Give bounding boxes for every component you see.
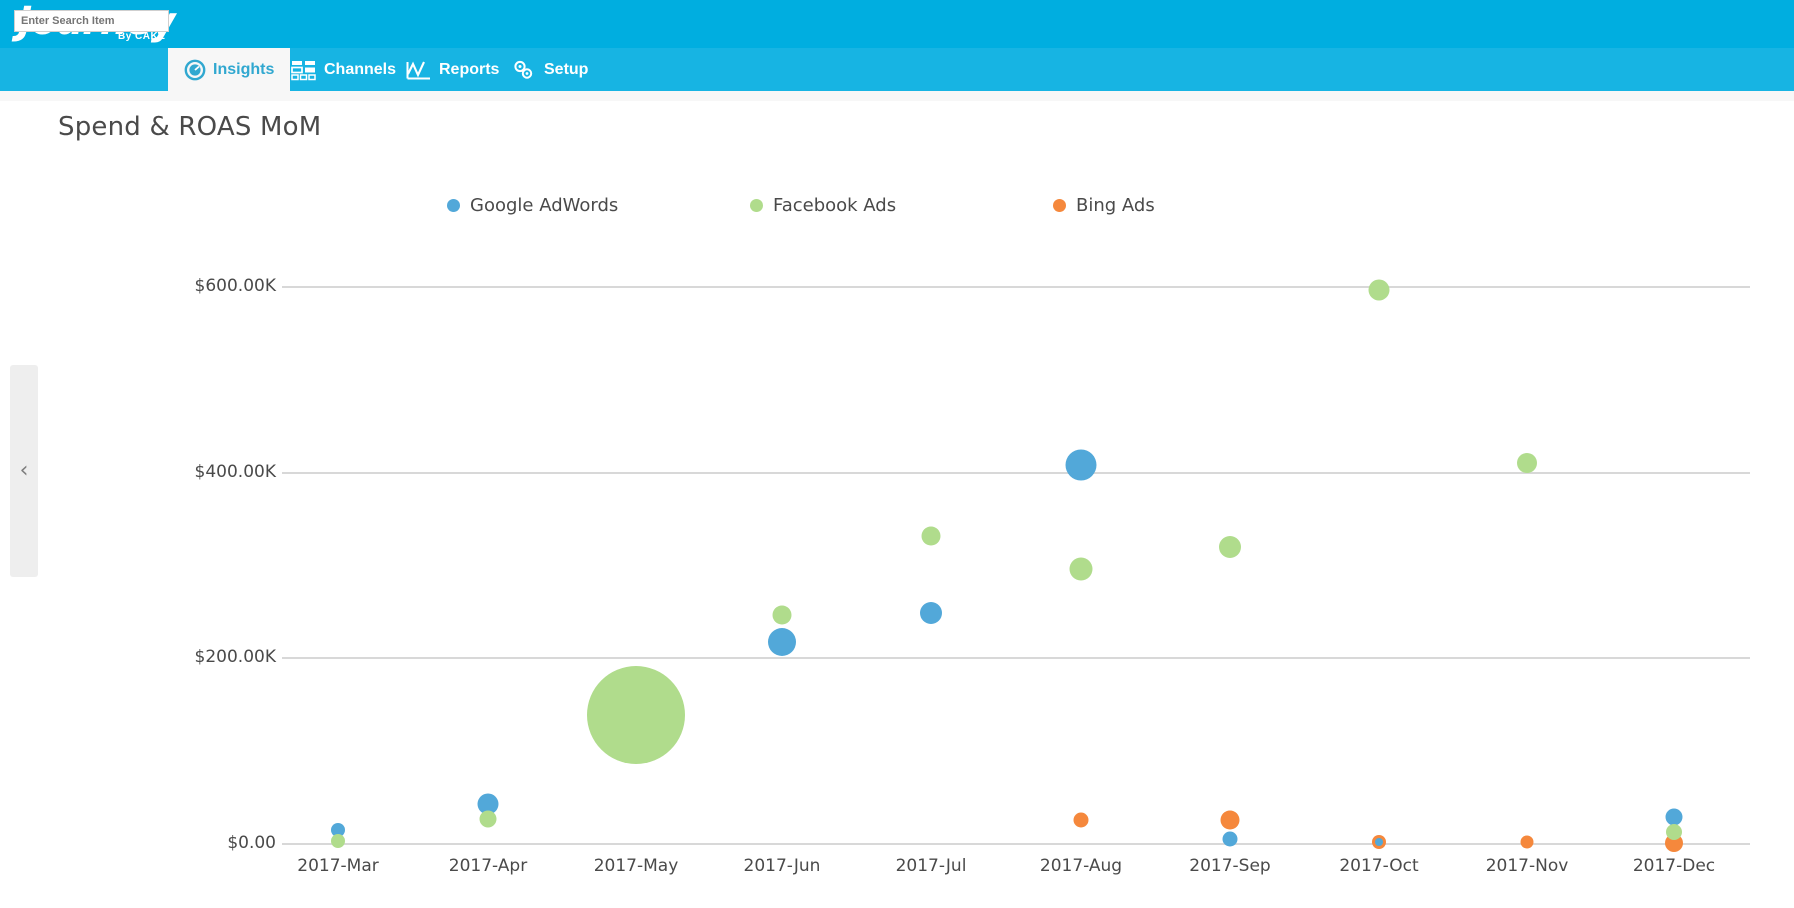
data-point-bubble[interactable] — [1223, 832, 1238, 847]
data-point-bubble[interactable] — [331, 834, 345, 848]
data-point-bubble[interactable] — [1221, 810, 1240, 829]
app-logo-tagline: By CAKE — [118, 31, 165, 42]
data-point-bubble[interactable] — [1521, 836, 1534, 849]
nav-item-insights[interactable]: Insights — [168, 48, 290, 91]
x-axis-tick-label: 2017-Sep — [1150, 856, 1310, 876]
x-axis-tick-label: 2017-Jul — [851, 856, 1011, 876]
gauge-icon — [184, 59, 206, 81]
grid-icon — [291, 59, 317, 81]
x-axis-tick-label: 2017-Aug — [1001, 856, 1161, 876]
data-point-bubble[interactable] — [920, 602, 942, 624]
x-axis-tick-label: 2017-Nov — [1447, 856, 1607, 876]
linechart-icon — [406, 59, 432, 81]
y-axis-tick-label: $0.00 — [116, 833, 276, 853]
data-point-bubble[interactable] — [480, 810, 497, 827]
data-point-bubble[interactable] — [922, 526, 941, 545]
data-point-bubble[interactable] — [1219, 536, 1241, 558]
bubble-chart-plot: $600.00K$400.00K$200.00K$0.002017-Mar201… — [0, 91, 1794, 908]
data-point-bubble[interactable] — [1066, 450, 1097, 481]
data-point-bubble[interactable] — [1074, 812, 1089, 827]
data-point-bubble[interactable] — [587, 666, 685, 764]
content-area: Spend & ROAS MoM ‹ Google AdWordsFaceboo… — [0, 91, 1794, 908]
nav-item-label: Reports — [439, 61, 499, 79]
y-axis-tick-label: $400.00K — [116, 462, 276, 482]
nav-item-label: Channels — [324, 61, 396, 79]
x-axis-tick-label: 2017-Jun — [702, 856, 862, 876]
x-axis-tick-label: 2017-Apr — [408, 856, 568, 876]
data-point-bubble[interactable] — [1369, 279, 1390, 300]
y-axis-tick-label: $200.00K — [116, 647, 276, 667]
search-input[interactable] — [14, 10, 169, 32]
x-axis-tick-label: 2017-Oct — [1299, 856, 1459, 876]
data-point-bubble[interactable] — [1666, 824, 1682, 840]
data-point-bubble[interactable] — [773, 605, 792, 624]
y-axis-tick-label: $600.00K — [116, 276, 276, 296]
x-axis-tick-label: 2017-Mar — [258, 856, 418, 876]
brand-bar: Journey By CAKE — [0, 0, 1794, 48]
nav-item-setup[interactable]: Setup — [495, 48, 604, 91]
gridline — [282, 286, 1750, 288]
data-point-bubble[interactable] — [768, 628, 796, 656]
gridline — [282, 657, 1750, 659]
x-axis-tick-label: 2017-May — [556, 856, 716, 876]
x-axis-tick-label: 2017-Dec — [1594, 856, 1754, 876]
gears-icon — [511, 59, 537, 81]
data-point-bubble[interactable] — [1517, 453, 1537, 473]
data-point-bubble[interactable] — [1070, 558, 1093, 581]
nav-item-label: Setup — [544, 61, 588, 79]
data-point-bubble[interactable] — [1375, 838, 1383, 846]
nav-item-label: Insights — [213, 61, 274, 79]
